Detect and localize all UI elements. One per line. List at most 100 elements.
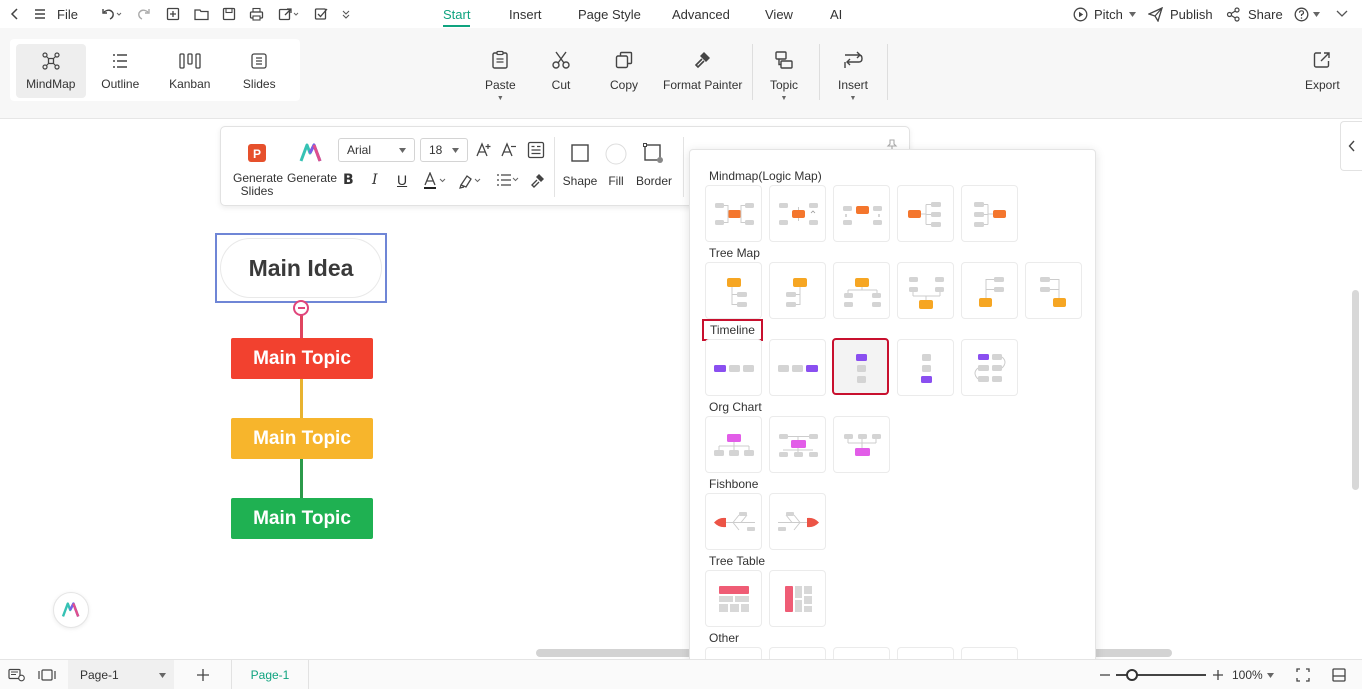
tab-view[interactable]: View	[765, 0, 793, 28]
tab-ai[interactable]: AI	[830, 0, 842, 28]
layout-option[interactable]	[769, 570, 826, 627]
clear-format-icon[interactable]	[529, 172, 547, 193]
publish-button[interactable]: Publish	[1148, 0, 1213, 28]
redo-icon[interactable]	[138, 0, 152, 28]
layout-option[interactable]	[897, 339, 954, 396]
collapse-toggle-icon[interactable]	[293, 300, 309, 316]
format-painter-icon	[694, 52, 710, 69]
view-slides-button[interactable]: Slides	[225, 44, 295, 98]
layout-option[interactable]	[897, 262, 954, 319]
new-file-icon[interactable]	[166, 0, 180, 28]
italic-icon[interactable]: I	[372, 172, 378, 188]
layout-option[interactable]	[705, 493, 762, 550]
insert-button[interactable]: Insert ▼	[838, 50, 868, 102]
save-icon[interactable]	[222, 0, 236, 28]
copy-button[interactable]: Copy	[610, 50, 638, 92]
increase-font-icon[interactable]	[475, 141, 493, 162]
tab-page-style[interactable]: Page Style	[578, 0, 641, 28]
checkbox-icon[interactable]	[314, 0, 329, 28]
layout-option[interactable]	[769, 416, 826, 473]
add-page-icon[interactable]	[196, 660, 210, 689]
layout-option[interactable]	[961, 185, 1018, 242]
cut-button[interactable]: Cut	[551, 50, 571, 92]
fullscreen-icon[interactable]	[1332, 660, 1346, 689]
tab-insert[interactable]: Insert	[509, 0, 542, 28]
format-painter-button[interactable]: Format Painter	[663, 50, 742, 92]
export-button[interactable]: Export	[1305, 50, 1340, 92]
main-topic-node[interactable]: Main Topic	[231, 338, 373, 379]
collapse-ribbon-icon[interactable]	[1336, 0, 1348, 28]
layout-option[interactable]	[705, 262, 762, 319]
layout-option-selected[interactable]	[832, 338, 889, 395]
layout-option[interactable]	[769, 262, 826, 319]
tab-start[interactable]: Start	[443, 0, 471, 28]
vertical-scrollbar[interactable]	[1352, 290, 1359, 490]
layout-option[interactable]	[705, 416, 762, 473]
underline-icon[interactable]: U	[397, 172, 407, 188]
hamburger-menu-icon[interactable]	[33, 0, 47, 28]
bold-icon[interactable]: B	[343, 172, 354, 188]
zoom-slider[interactable]	[1116, 660, 1206, 689]
page-settings-icon[interactable]	[8, 660, 26, 689]
layout-option[interactable]	[705, 339, 762, 396]
view-mindmap-button[interactable]: MindMap	[16, 44, 86, 98]
main-topic-node[interactable]: Main Topic	[231, 498, 373, 539]
share-button[interactable]: Share	[1226, 0, 1283, 28]
layout-option[interactable]	[769, 339, 826, 396]
main-idea-node[interactable]: Main Idea	[221, 239, 381, 297]
decrease-font-icon[interactable]	[500, 141, 518, 162]
layout-option[interactable]	[833, 185, 890, 242]
help-button[interactable]	[1294, 0, 1320, 28]
back-icon[interactable]	[8, 0, 22, 28]
paste-button[interactable]: Paste ▼	[485, 50, 516, 102]
ribbon-toolbar: MindMap Outline Kanban Slides Paste ▼ Cu…	[0, 28, 1362, 119]
help-icon	[1294, 7, 1309, 21]
pitch-button[interactable]: Pitch	[1073, 0, 1136, 28]
layout-option[interactable]	[833, 416, 890, 473]
ai-generate-button[interactable]: Generate	[287, 143, 337, 185]
fit-screen-icon[interactable]	[1296, 660, 1310, 689]
export-share-icon[interactable]	[278, 0, 300, 28]
page-select[interactable]: Page-1	[68, 660, 174, 689]
tab-advanced[interactable]: Advanced	[672, 0, 730, 28]
border-button[interactable]: Border	[635, 143, 673, 188]
topic-button[interactable]: Topic ▼	[770, 50, 798, 102]
layout-option[interactable]	[769, 493, 826, 550]
generate-slides-button[interactable]: P Generate Slides	[233, 143, 283, 198]
font-color-icon[interactable]	[423, 171, 449, 193]
print-icon[interactable]	[249, 0, 264, 28]
layout-option[interactable]	[1025, 262, 1082, 319]
export-icon	[1314, 52, 1331, 68]
zoom-out-icon[interactable]	[1099, 660, 1111, 689]
highlighter-icon[interactable]	[458, 172, 484, 193]
zoom-level-select[interactable]: 100%	[1232, 660, 1274, 689]
text-style-icon[interactable]	[527, 141, 545, 162]
shape-button[interactable]: Shape	[562, 143, 598, 188]
file-menu[interactable]: File	[57, 0, 78, 28]
more-chevron-icon[interactable]	[341, 0, 351, 28]
ai-assistant-button[interactable]	[53, 592, 89, 628]
open-folder-icon[interactable]	[194, 0, 209, 28]
font-family-select[interactable]: Arial	[338, 138, 415, 162]
bullet-list-icon[interactable]	[495, 172, 521, 193]
layout-option[interactable]	[705, 570, 762, 627]
zoom-slider-thumb[interactable]	[1126, 669, 1138, 681]
view-kanban-button[interactable]: Kanban	[155, 44, 225, 98]
layout-option[interactable]	[897, 185, 954, 242]
main-topic-node[interactable]: Main Topic	[231, 418, 373, 459]
layout-option[interactable]	[961, 339, 1018, 396]
fill-button[interactable]: Fill	[604, 143, 628, 188]
page-tab-active[interactable]: Page-1	[231, 660, 309, 689]
view-outline-button[interactable]: Outline	[86, 44, 156, 98]
font-size-select[interactable]: 18	[420, 138, 468, 162]
layout-option[interactable]	[961, 262, 1018, 319]
share-icon	[1226, 6, 1240, 22]
layout-option[interactable]	[705, 185, 762, 242]
undo-icon[interactable]	[100, 0, 122, 28]
page-view-icon[interactable]	[38, 660, 56, 689]
layout-option[interactable]	[769, 185, 826, 242]
side-panel-toggle[interactable]	[1340, 121, 1362, 171]
layout-option[interactable]	[833, 262, 890, 319]
zoom-in-icon[interactable]	[1212, 660, 1224, 689]
view-slides-label: Slides	[242, 76, 276, 91]
